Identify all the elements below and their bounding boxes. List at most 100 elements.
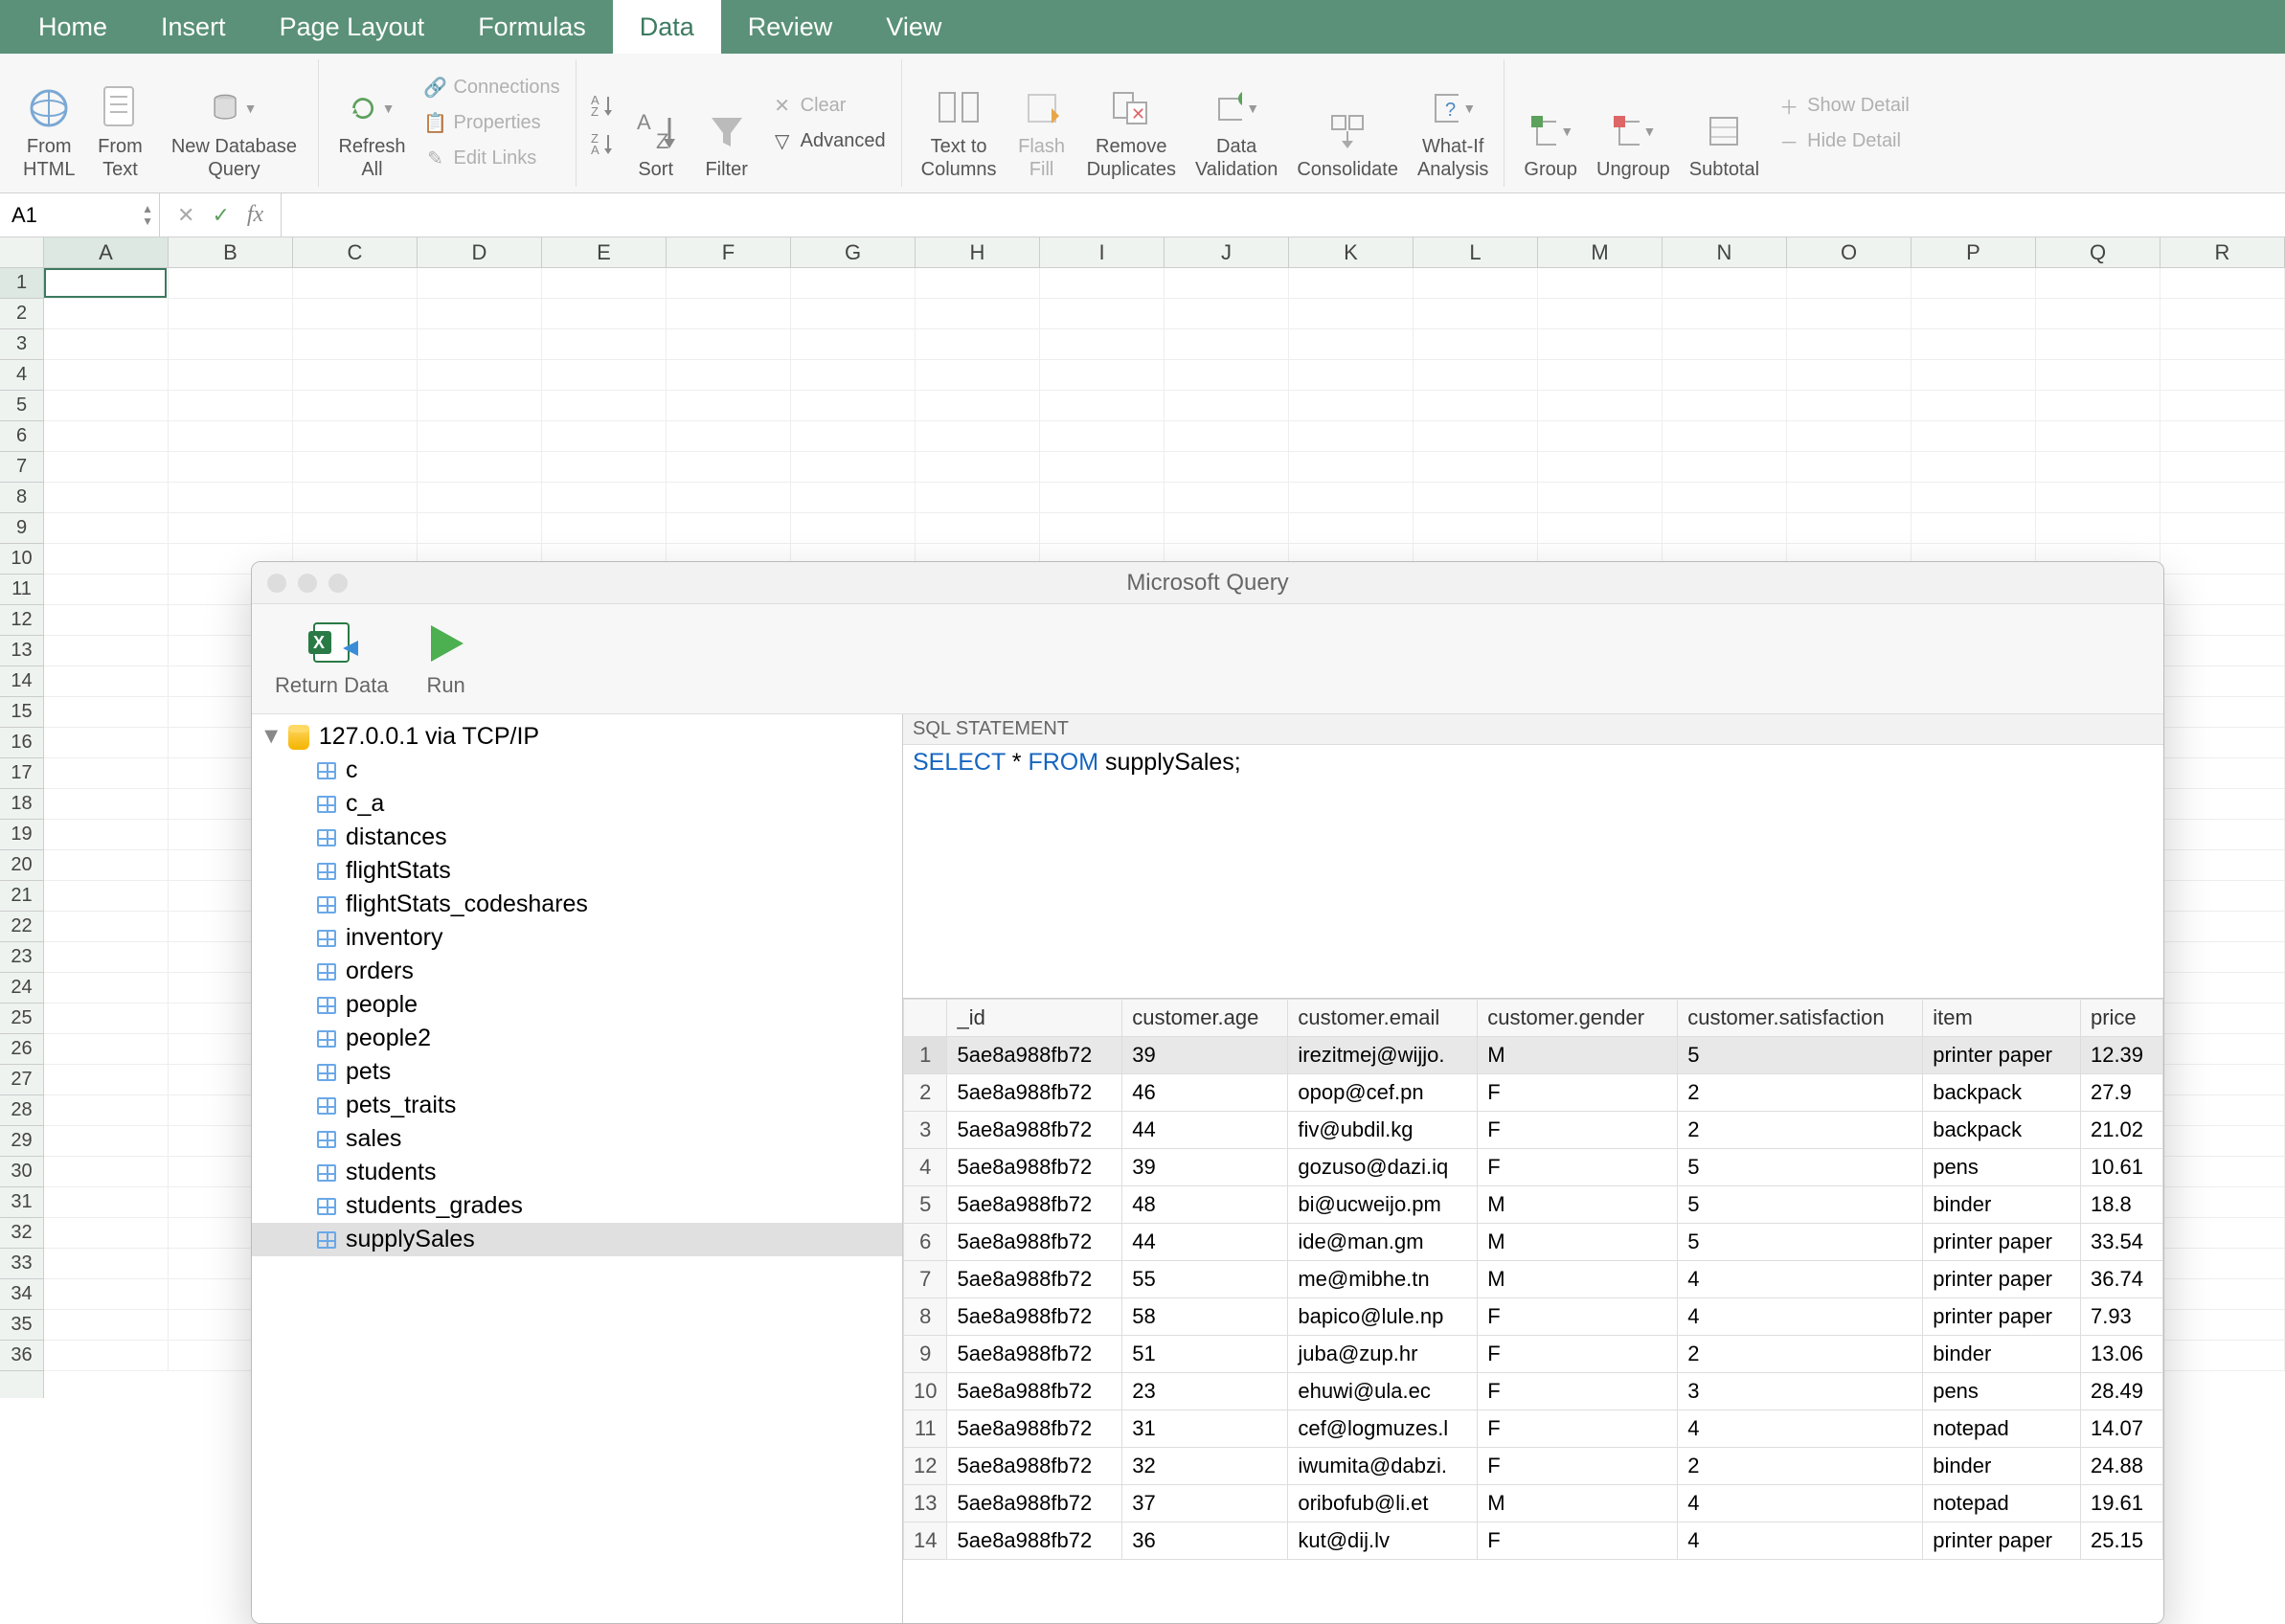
row-header-4[interactable]: 4 — [0, 360, 43, 391]
row-header-6[interactable]: 6 — [0, 421, 43, 452]
column-header-Q[interactable]: Q — [2036, 237, 2161, 267]
column-header-B[interactable]: B — [169, 237, 293, 267]
row-header-11[interactable]: 11 — [0, 575, 43, 605]
query-window-titlebar[interactable]: Microsoft Query — [252, 562, 2163, 604]
column-header-O[interactable]: O — [1787, 237, 1912, 267]
column-header-N[interactable]: N — [1663, 237, 1787, 267]
formula-input[interactable] — [282, 193, 2285, 237]
tab-page-layout[interactable]: Page Layout — [253, 0, 452, 54]
row-header-27[interactable]: 27 — [0, 1065, 43, 1095]
result-header-price[interactable]: price — [2080, 1000, 2162, 1037]
filter-button[interactable]: Filter — [693, 62, 760, 185]
row-header-33[interactable]: 33 — [0, 1249, 43, 1279]
result-row[interactable]: 115ae8a988fb7231cef@logmuzes.lF4notepad1… — [904, 1410, 2163, 1448]
result-row[interactable]: 145ae8a988fb7236kut@dij.lvF4printer pape… — [904, 1522, 2163, 1560]
result-header-customer-email[interactable]: customer.email — [1288, 1000, 1478, 1037]
row-header-32[interactable]: 32 — [0, 1218, 43, 1249]
row-header-23[interactable]: 23 — [0, 942, 43, 973]
row-header-16[interactable]: 16 — [0, 728, 43, 758]
row-header-9[interactable]: 9 — [0, 513, 43, 544]
result-row[interactable]: 125ae8a988fb7232iwumita@dabzi.F2binder24… — [904, 1448, 2163, 1485]
result-row[interactable]: 75ae8a988fb7255me@mibhe.tnM4printer pape… — [904, 1261, 2163, 1298]
table-node-flightStats[interactable]: flightStats — [252, 854, 902, 888]
connection-node[interactable]: ▶ 127.0.0.1 via TCP/IP — [252, 720, 902, 754]
what-if-analysis-button[interactable]: ?▼ What-If Analysis — [1410, 62, 1496, 185]
table-node-orders[interactable]: orders — [252, 955, 902, 988]
result-header-customer-gender[interactable]: customer.gender — [1478, 1000, 1678, 1037]
row-header-1[interactable]: 1 — [0, 268, 43, 299]
table-node-c_a[interactable]: c_a — [252, 787, 902, 821]
table-node-students[interactable]: students — [252, 1156, 902, 1189]
tab-insert[interactable]: Insert — [134, 0, 253, 54]
row-header-7[interactable]: 7 — [0, 452, 43, 483]
cancel-entry-icon[interactable]: ✕ — [177, 203, 194, 228]
row-header-36[interactable]: 36 — [0, 1341, 43, 1371]
result-row[interactable]: 105ae8a988fb7223ehuwi@ula.ecF3pens28.49 — [904, 1373, 2163, 1410]
clear-filter-button[interactable]: ✕Clear — [764, 91, 894, 121]
row-header-24[interactable]: 24 — [0, 973, 43, 1004]
show-detail-button[interactable]: ＋Show Detail — [1771, 91, 1917, 121]
consolidate-button[interactable]: Consolidate — [1289, 62, 1406, 185]
sql-editor[interactable]: SELECT * FROM supplySales; — [903, 745, 2163, 999]
row-header-35[interactable]: 35 — [0, 1310, 43, 1341]
row-header-8[interactable]: 8 — [0, 483, 43, 513]
data-validation-button[interactable]: ✓▼ Data Validation — [1188, 62, 1285, 185]
table-node-c[interactable]: c — [252, 754, 902, 787]
table-node-people[interactable]: people — [252, 988, 902, 1022]
result-header-customer-satisfaction[interactable]: customer.satisfaction — [1678, 1000, 1923, 1037]
sort-button[interactable]: AZ Sort — [622, 62, 690, 185]
tab-review[interactable]: Review — [721, 0, 860, 54]
result-row[interactable]: 85ae8a988fb7258bapico@lule.npF4printer p… — [904, 1298, 2163, 1336]
tab-view[interactable]: View — [859, 0, 968, 54]
row-header-18[interactable]: 18 — [0, 789, 43, 820]
window-traffic-lights[interactable] — [267, 574, 348, 593]
advanced-filter-button[interactable]: ▽Advanced — [764, 126, 894, 156]
row-header-29[interactable]: 29 — [0, 1126, 43, 1157]
column-header-F[interactable]: F — [667, 237, 791, 267]
column-header-K[interactable]: K — [1289, 237, 1414, 267]
result-row[interactable]: 135ae8a988fb7237oribofub@li.etM4notepad1… — [904, 1485, 2163, 1522]
result-row[interactable]: 35ae8a988fb7244fiv@ubdil.kgF2backpack21.… — [904, 1112, 2163, 1149]
table-node-pets_traits[interactable]: pets_traits — [252, 1089, 902, 1122]
row-header-19[interactable]: 19 — [0, 820, 43, 850]
name-box-spinner[interactable]: ▲▼ — [142, 204, 153, 227]
subtotal-button[interactable]: Subtotal — [1682, 62, 1767, 185]
ungroup-button[interactable]: ▼ Ungroup — [1589, 62, 1678, 185]
row-header-26[interactable]: 26 — [0, 1034, 43, 1065]
result-row[interactable]: 65ae8a988fb7244ide@man.gmM5printer paper… — [904, 1224, 2163, 1261]
result-row[interactable]: 45ae8a988fb7239gozuso@dazi.iqF5pens10.61 — [904, 1149, 2163, 1186]
hide-detail-button[interactable]: －Hide Detail — [1771, 126, 1917, 156]
result-row[interactable]: 15ae8a988fb7239irezitmej@wijjo.M5printer… — [904, 1037, 2163, 1074]
row-header-5[interactable]: 5 — [0, 391, 43, 421]
row-header-30[interactable]: 30 — [0, 1157, 43, 1187]
refresh-all-button[interactable]: ▼ Refresh All — [330, 62, 413, 185]
column-header-L[interactable]: L — [1414, 237, 1538, 267]
row-header-13[interactable]: 13 — [0, 636, 43, 666]
tab-data[interactable]: Data — [613, 0, 721, 54]
result-header-_id[interactable]: _id — [947, 1000, 1122, 1037]
name-box[interactable]: A1 ▲▼ — [0, 193, 160, 237]
result-row[interactable]: 55ae8a988fb7248bi@ucweijo.pmM5binder18.8 — [904, 1186, 2163, 1224]
column-header-P[interactable]: P — [1912, 237, 2036, 267]
properties-button[interactable]: 📋Properties — [417, 108, 567, 138]
row-header-22[interactable]: 22 — [0, 912, 43, 942]
row-header-34[interactable]: 34 — [0, 1279, 43, 1310]
row-header-12[interactable]: 12 — [0, 605, 43, 636]
column-header-G[interactable]: G — [791, 237, 916, 267]
tab-formulas[interactable]: Formulas — [451, 0, 613, 54]
column-header-R[interactable]: R — [2161, 237, 2285, 267]
from-text-button[interactable]: From Text — [86, 62, 153, 185]
run-button[interactable]: Run — [414, 614, 479, 704]
result-row[interactable]: 25ae8a988fb7246opop@cef.pnF2backpack27.9 — [904, 1074, 2163, 1112]
result-row[interactable]: 95ae8a988fb7251juba@zup.hrF2binder13.06 — [904, 1336, 2163, 1373]
from-html-button[interactable]: From HTML — [15, 62, 82, 185]
table-node-inventory[interactable]: inventory — [252, 921, 902, 955]
group-button[interactable]: ▼ Group — [1516, 62, 1585, 185]
row-header-14[interactable]: 14 — [0, 666, 43, 697]
confirm-entry-icon[interactable]: ✓ — [212, 203, 229, 228]
row-header-10[interactable]: 10 — [0, 544, 43, 575]
row-header-28[interactable]: 28 — [0, 1095, 43, 1126]
table-node-distances[interactable]: distances — [252, 821, 902, 854]
result-header-customer-age[interactable]: customer.age — [1122, 1000, 1288, 1037]
sort-asc-button[interactable]: AZ — [588, 89, 619, 120]
